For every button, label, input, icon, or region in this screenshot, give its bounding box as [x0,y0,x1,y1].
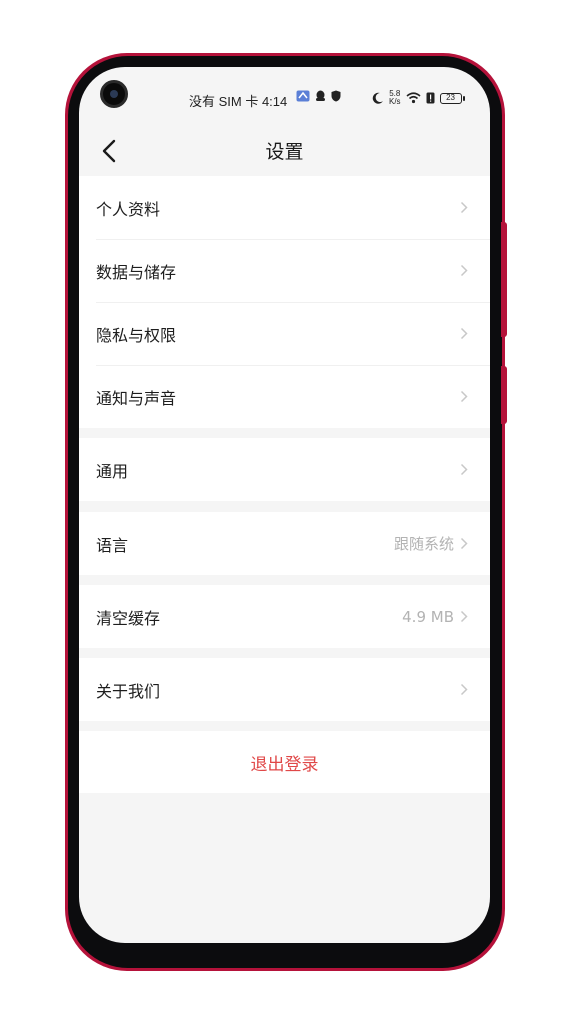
settings-item-general[interactable]: 通用 [79,438,490,501]
chevron-right-icon [460,264,468,277]
settings-group-account: 个人资料 数据与储存 隐私与权限 通知与声音 [79,176,490,428]
settings-group-about: 关于我们 [79,658,490,721]
qq-icon [316,90,325,101]
settings-item-privacy[interactable]: 隐私与权限 [79,302,490,365]
logout-button[interactable]: 退出登录 [79,731,490,793]
network-speed: 5.8 K/s [389,90,401,106]
settings-group-cache: 清空缓存 4.9 MB [79,585,490,648]
settings-item-data-storage[interactable]: 数据与储存 [79,239,490,302]
chevron-right-icon [460,463,468,476]
system-icons: 5.8 K/s 23 [372,90,465,106]
chevron-right-icon [460,537,468,550]
logout-label: 退出登录 [250,754,319,775]
cache-size-value: 4.9 MB [402,607,454,626]
settings-group-general: 通用 [79,438,490,501]
screen: 没有 SIM 卡 4:14 5.8 K/s 23 设置 个人资料 数据与储存 隐… [79,67,490,943]
chevron-right-icon [460,610,468,623]
settings-item-notifications[interactable]: 通知与声音 [79,365,490,428]
settings-item-language[interactable]: 语言 跟随系统 [79,512,490,575]
settings-item-label: 通用 [96,461,129,481]
settings-item-clear-cache[interactable]: 清空缓存 4.9 MB [79,585,490,648]
settings-item-label: 隐私与权限 [96,325,177,345]
settings-item-label: 通知与声音 [96,388,177,408]
settings-item-label: 关于我们 [96,681,161,701]
settings-item-label: 数据与储存 [96,262,177,282]
sim-alert-icon [426,92,435,104]
settings-item-about[interactable]: 关于我们 [79,658,490,721]
volume-button [501,222,507,337]
front-camera [100,80,128,108]
settings-item-label: 清空缓存 [96,608,161,628]
app-notification-icon [296,90,310,102]
moon-icon [372,92,383,104]
battery-icon: 23 [439,92,465,104]
network-speed-unit: K/s [389,97,401,106]
power-button [501,366,507,424]
page-title: 设置 [265,141,304,163]
status-bar: 没有 SIM 卡 4:14 5.8 K/s 23 [79,67,490,127]
nav-bar: 设置 [79,127,490,175]
wifi-icon [406,92,421,104]
settings-item-profile[interactable]: 个人资料 [79,176,490,239]
notification-icons [296,90,341,102]
language-value: 跟随系统 [393,535,454,553]
carrier-time: 没有 SIM 卡 4:14 [189,94,288,109]
chevron-right-icon [460,390,468,403]
chevron-right-icon [460,327,468,340]
settings-item-label: 语言 [96,535,129,555]
settings-item-label: 个人资料 [96,199,161,219]
shield-icon [331,90,341,102]
chevron-right-icon [460,201,468,214]
settings-group-language: 语言 跟随系统 [79,512,490,575]
chevron-right-icon [460,683,468,696]
